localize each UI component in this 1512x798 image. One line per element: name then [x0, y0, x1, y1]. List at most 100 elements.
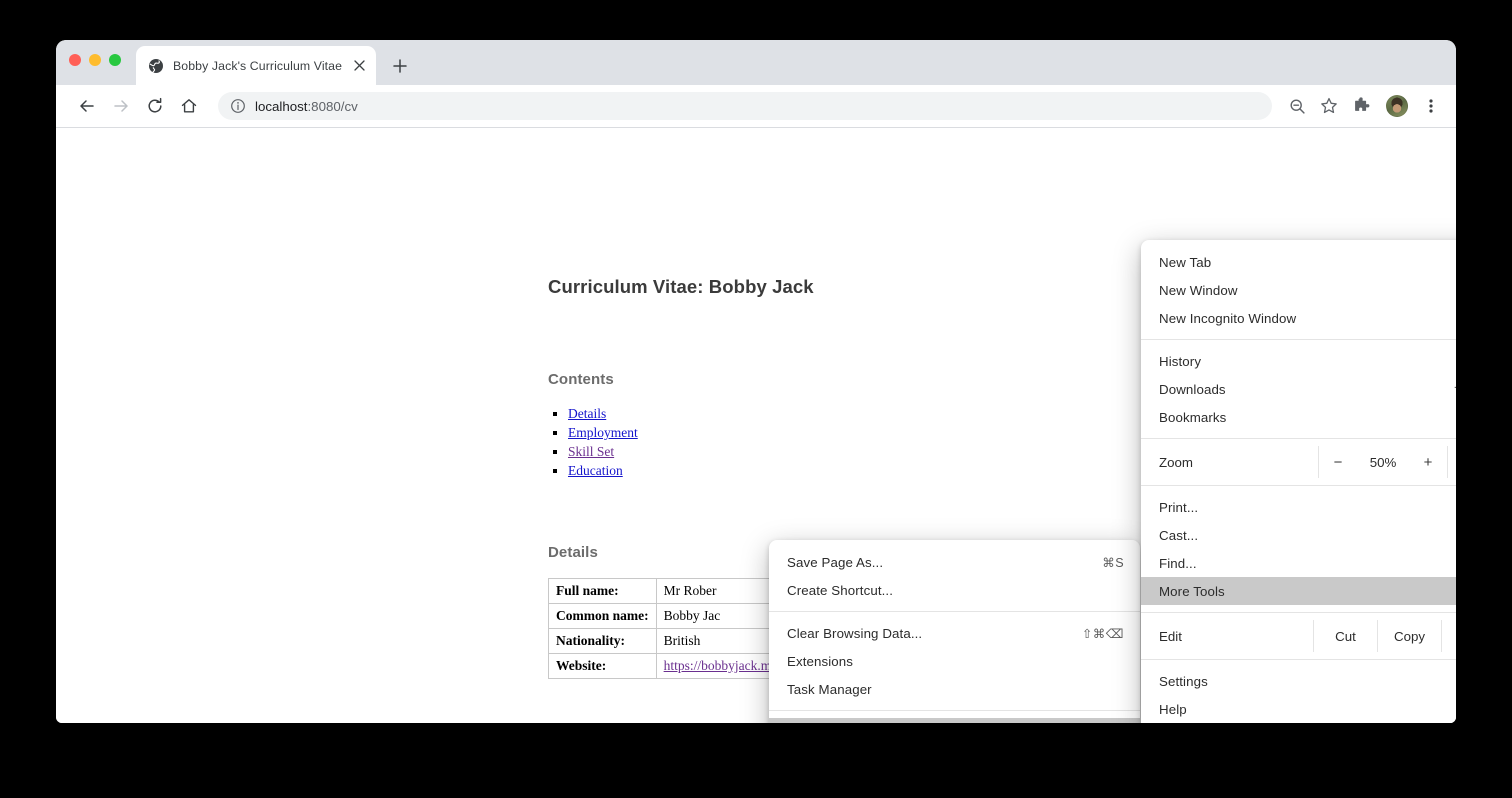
menu-item-label: Clear Browsing Data...	[787, 625, 923, 641]
zoom-increase-button[interactable]: +	[1409, 454, 1447, 471]
zoom-out-icon[interactable]	[1282, 91, 1312, 121]
menu-item-extensions[interactable]: Extensions	[769, 647, 1140, 675]
contents-link-education[interactable]: Education	[568, 463, 623, 478]
copy-button[interactable]: Copy	[1377, 620, 1441, 652]
star-icon[interactable]	[1314, 91, 1344, 121]
menu-item-save-page-as[interactable]: Save Page As... ⌘S	[769, 548, 1140, 576]
menu-item-label: New Tab	[1159, 254, 1212, 270]
menu-item-label: Extensions	[787, 653, 854, 669]
tab-strip: Bobby Jack's Curriculum Vitae	[56, 40, 1456, 85]
menu-item-label: Save Page As...	[787, 554, 884, 570]
menu-item-label: New Window	[1159, 282, 1238, 298]
menu-separator	[1141, 485, 1456, 486]
menu-item-accel: ⇧⌘⌫	[1081, 626, 1124, 641]
three-dot-icon[interactable]	[1416, 91, 1446, 121]
contents-link-employment[interactable]: Employment	[568, 425, 638, 440]
avatar[interactable]	[1386, 95, 1408, 117]
menu-separator	[769, 611, 1140, 612]
menu-item-create-shortcut[interactable]: Create Shortcut...	[769, 576, 1140, 604]
menu-item-help[interactable]: Help	[1141, 695, 1456, 723]
menu-item-label: Settings	[1159, 673, 1208, 689]
menu-separator	[1141, 339, 1456, 340]
menu-item-label: History	[1159, 353, 1202, 369]
table-row: Common name: Bobby Jac	[548, 603, 791, 629]
close-icon[interactable]	[351, 57, 368, 74]
menu-item-accel: ⌥⌘L	[1454, 382, 1456, 397]
menu-item-label: Print...	[1159, 499, 1199, 515]
back-icon[interactable]	[72, 91, 102, 121]
contents-link-details[interactable]: Details	[568, 406, 606, 421]
browser-tab[interactable]: Bobby Jack's Curriculum Vitae	[136, 46, 376, 85]
menu-item-label: Downloads	[1159, 381, 1226, 397]
menu-item-find[interactable]: Find... ⌘F	[1141, 549, 1456, 577]
list-item: Details	[568, 404, 1108, 423]
menu-item-cast[interactable]: Cast...	[1141, 521, 1456, 549]
edit-label: Edit	[1159, 628, 1182, 644]
edit-row: Edit Cut Copy Paste	[1141, 620, 1456, 652]
menu-item-label: New Incognito Window	[1159, 310, 1297, 326]
menu-item-label: Help	[1159, 701, 1187, 717]
menu-item-print[interactable]: Print... ⌘P	[1141, 493, 1456, 521]
new-tab-button[interactable]	[386, 52, 414, 80]
menu-item-clear-browsing-data[interactable]: Clear Browsing Data... ⇧⌘⌫	[769, 619, 1140, 647]
reload-icon[interactable]	[140, 91, 170, 121]
website-link[interactable]: https://bobbyjack.me/	[664, 658, 781, 673]
menu-item-new-window[interactable]: New Window ⌘N	[1141, 276, 1456, 304]
browser-toolbar: localhost:8080/cv	[56, 85, 1456, 128]
zoom-label: Zoom	[1159, 454, 1193, 470]
menu-separator	[1141, 659, 1456, 660]
table-row: Nationality: British	[548, 628, 791, 654]
list-item: Education	[568, 461, 1108, 480]
page-title: Curriculum Vitae: Bobby Jack	[548, 276, 814, 297]
menu-item-settings[interactable]: Settings ⌘,	[1141, 667, 1456, 695]
toolbar-actions	[1280, 91, 1446, 121]
cut-button[interactable]: Cut	[1313, 620, 1377, 652]
table-row: Full name: Mr Rober	[548, 578, 791, 604]
contents-list: Details Employment Skill Set Education	[548, 404, 1108, 480]
menu-item-task-manager[interactable]: Task Manager	[769, 675, 1140, 703]
contents-heading: Contents	[548, 371, 614, 388]
fullscreen-icon[interactable]	[1447, 446, 1456, 478]
menu-item-downloads[interactable]: Downloads ⌥⌘L	[1141, 375, 1456, 403]
forward-icon[interactable]	[106, 91, 136, 121]
menu-item-label: Cast...	[1159, 527, 1199, 543]
menu-item-bookmarks[interactable]: Bookmarks	[1141, 403, 1456, 431]
home-icon[interactable]	[174, 91, 204, 121]
maximize-window-button[interactable]	[109, 54, 121, 66]
window-controls	[69, 54, 121, 66]
minimize-window-button[interactable]	[89, 54, 101, 66]
zoom-controls: − 50% +	[1318, 446, 1447, 478]
tab-title: Bobby Jack's Curriculum Vitae	[173, 58, 343, 73]
page-viewport: Curriculum Vitae: Bobby Jack Contents De…	[56, 128, 1456, 723]
menu-item-accel: ⌘S	[1102, 555, 1124, 570]
menu-item-new-tab[interactable]: New Tab ⌘T	[1141, 248, 1456, 276]
info-icon[interactable]	[230, 98, 246, 114]
zoom-row: Zoom − 50% +	[1141, 446, 1456, 478]
close-window-button[interactable]	[69, 54, 81, 66]
menu-item-label: Bookmarks	[1159, 409, 1227, 425]
paste-button[interactable]: Paste	[1441, 620, 1456, 652]
zoom-decrease-button[interactable]: −	[1319, 454, 1357, 471]
menu-separator	[1141, 612, 1456, 613]
menu-separator	[1141, 438, 1456, 439]
list-item: Skill Set	[568, 442, 1108, 461]
menu-item-label: Find...	[1159, 555, 1197, 571]
address-bar[interactable]: localhost:8080/cv	[218, 92, 1272, 120]
menu-item-history[interactable]: History	[1141, 347, 1456, 375]
list-item: Employment	[568, 423, 1108, 442]
menu-item-label: More Tools	[1159, 583, 1225, 599]
contents-link-skill-set[interactable]: Skill Set	[568, 444, 614, 459]
menu-item-new-incognito-window[interactable]: New Incognito Window ⇧⌘N	[1141, 304, 1456, 332]
menu-item-label: Task Manager	[787, 681, 872, 697]
puzzle-icon[interactable]	[1346, 91, 1376, 121]
row-label: Nationality:	[548, 628, 657, 654]
url-host: localhost	[255, 98, 308, 114]
menu-item-more-tools[interactable]: More Tools	[1141, 577, 1456, 605]
menu-item-developer-tools[interactable]: Developer Tools ⌥⌘I	[769, 718, 1140, 723]
chrome-main-menu: New Tab ⌘T New Window ⌘N New Incognito W…	[1141, 240, 1456, 723]
zoom-percent: 50%	[1369, 454, 1397, 470]
globe-icon	[148, 58, 164, 74]
menu-separator	[769, 710, 1140, 711]
table-row: Website: https://bobbyjack.me/	[548, 653, 791, 679]
row-label: Website:	[548, 653, 657, 679]
